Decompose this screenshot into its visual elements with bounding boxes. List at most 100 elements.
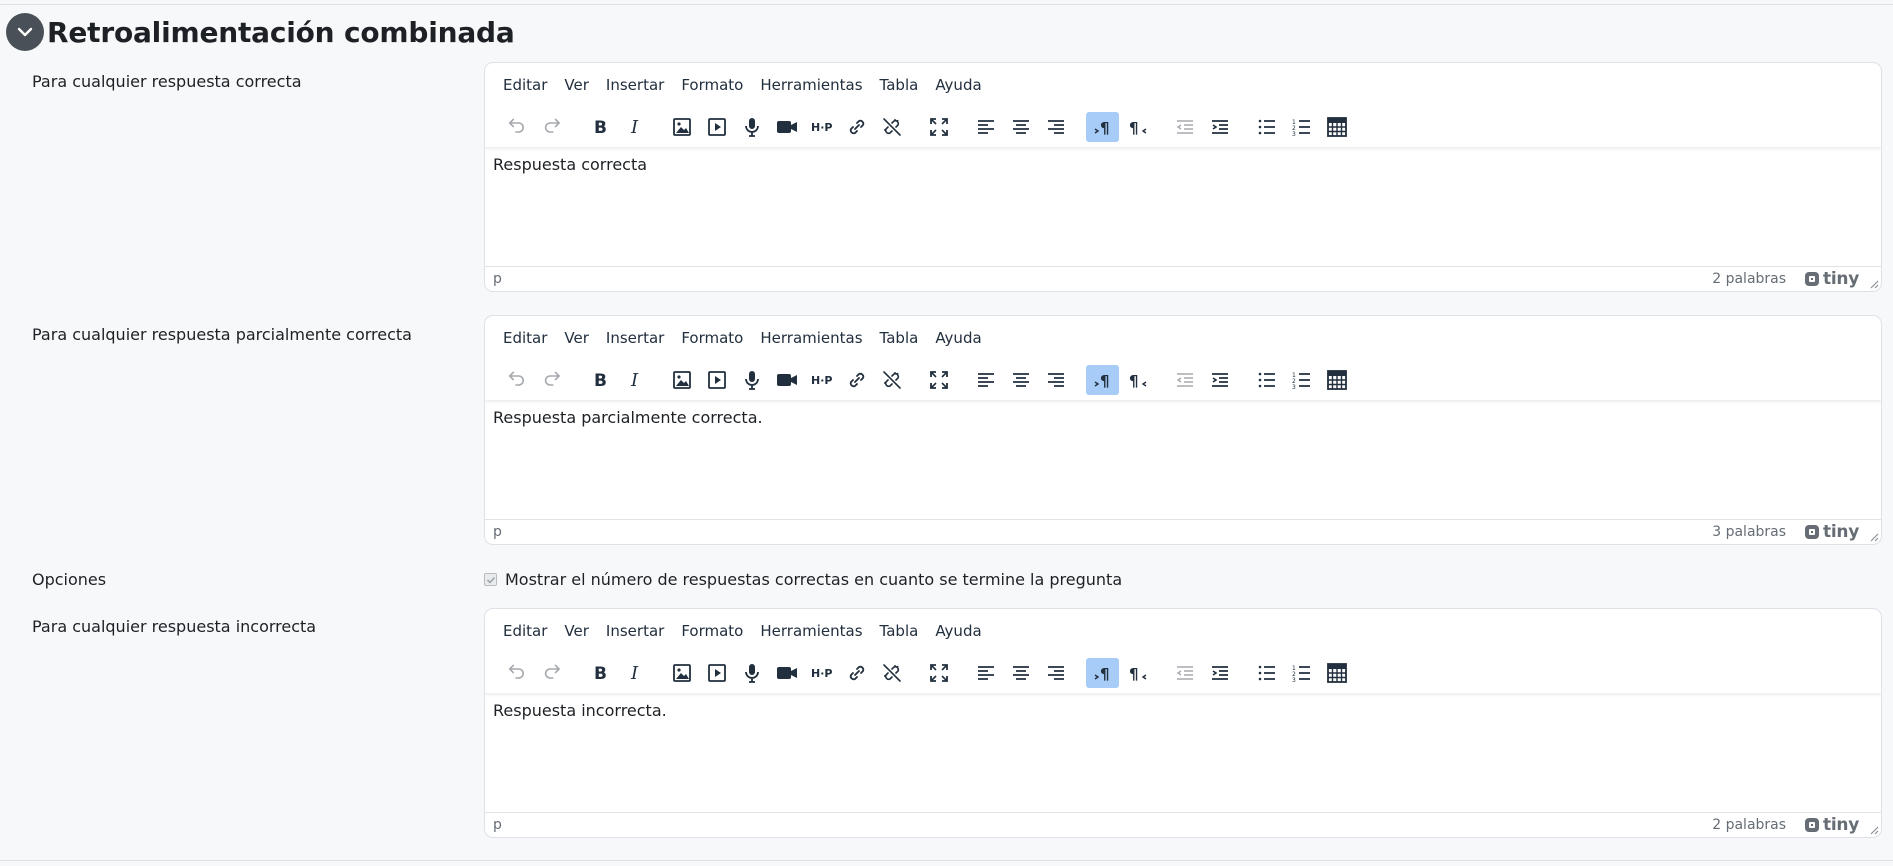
ltr-button[interactable]: ¶ — [1086, 365, 1119, 395]
align-right-button[interactable] — [1039, 112, 1072, 142]
menu-herramientas[interactable]: Herramientas — [760, 325, 862, 351]
redo-button[interactable] — [536, 112, 569, 142]
media-button[interactable] — [700, 658, 733, 688]
media-button[interactable] — [700, 112, 733, 142]
element-path[interactable]: p — [493, 817, 1712, 833]
undo-button[interactable] — [501, 658, 534, 688]
word-count[interactable]: 2 palabras — [1712, 817, 1786, 833]
rtl-button[interactable]: ¶ — [1121, 658, 1154, 688]
menu-insertar[interactable]: Insertar — [606, 618, 664, 644]
h5p-button[interactable]: H·P — [805, 658, 838, 688]
undo-button[interactable] — [501, 112, 534, 142]
ltr-button[interactable]: ¶ — [1086, 112, 1119, 142]
italic-button[interactable]: I — [618, 658, 651, 688]
unlink-button[interactable] — [875, 365, 908, 395]
indent-button[interactable] — [1203, 365, 1236, 395]
element-path[interactable]: p — [493, 271, 1712, 287]
fullscreen-button[interactable] — [922, 112, 955, 142]
calculator-button[interactable] — [1320, 365, 1353, 395]
menu-formato[interactable]: Formato — [681, 618, 743, 644]
calculator-button[interactable] — [1320, 112, 1353, 142]
redo-button[interactable] — [536, 658, 569, 688]
outdent-button[interactable] — [1168, 365, 1201, 395]
align-center-button[interactable] — [1004, 658, 1037, 688]
outdent-button[interactable] — [1168, 112, 1201, 142]
align-left-button[interactable] — [969, 112, 1002, 142]
record-audio-button[interactable] — [735, 112, 768, 142]
menu-editar[interactable]: Editar — [503, 618, 547, 644]
word-count[interactable]: 2 palabras — [1712, 271, 1786, 287]
align-center-button[interactable] — [1004, 365, 1037, 395]
align-left-button[interactable] — [969, 365, 1002, 395]
menu-insertar[interactable]: Insertar — [606, 72, 664, 98]
undo-button[interactable] — [501, 365, 534, 395]
image-button[interactable] — [665, 365, 698, 395]
image-button[interactable] — [665, 112, 698, 142]
resize-handle-icon[interactable] — [1869, 825, 1879, 835]
editor-content[interactable]: Respuesta incorrecta. — [485, 693, 1881, 813]
rtl-button[interactable]: ¶ — [1121, 112, 1154, 142]
bullet-list-button[interactable] — [1250, 658, 1283, 688]
menu-ver[interactable]: Ver — [564, 72, 589, 98]
h5p-button[interactable]: H·P — [805, 365, 838, 395]
image-button[interactable] — [665, 658, 698, 688]
tiny-brand-link[interactable]: tiny — [1804, 815, 1859, 835]
italic-button[interactable]: I — [618, 365, 651, 395]
record-video-button[interactable] — [770, 112, 803, 142]
menu-formato[interactable]: Formato — [681, 325, 743, 351]
link-button[interactable] — [840, 658, 873, 688]
bullet-list-button[interactable] — [1250, 112, 1283, 142]
unlink-button[interactable] — [875, 658, 908, 688]
align-left-button[interactable] — [969, 658, 1002, 688]
record-audio-button[interactable] — [735, 658, 768, 688]
menu-tabla[interactable]: Tabla — [880, 618, 919, 644]
numbered-list-button[interactable]: 123 — [1285, 112, 1318, 142]
menu-ayuda[interactable]: Ayuda — [935, 325, 981, 351]
menu-tabla[interactable]: Tabla — [880, 325, 919, 351]
h5p-button[interactable]: H·P — [805, 112, 838, 142]
link-button[interactable] — [840, 112, 873, 142]
resize-handle-icon[interactable] — [1869, 279, 1879, 289]
tiny-brand-link[interactable]: tiny — [1804, 269, 1859, 289]
italic-button[interactable]: I — [618, 112, 651, 142]
outdent-button[interactable] — [1168, 658, 1201, 688]
menu-tabla[interactable]: Tabla — [880, 72, 919, 98]
bold-button[interactable]: B — [583, 365, 616, 395]
menu-ayuda[interactable]: Ayuda — [935, 618, 981, 644]
indent-button[interactable] — [1203, 658, 1236, 688]
menu-formato[interactable]: Formato — [681, 72, 743, 98]
rtl-button[interactable]: ¶ — [1121, 365, 1154, 395]
menu-ayuda[interactable]: Ayuda — [935, 72, 981, 98]
unlink-button[interactable] — [875, 112, 908, 142]
redo-button[interactable] — [536, 365, 569, 395]
menu-editar[interactable]: Editar — [503, 72, 547, 98]
menu-herramientas[interactable]: Herramientas — [760, 72, 862, 98]
editor-content[interactable]: Respuesta correcta — [485, 147, 1881, 267]
show-num-correct-checkbox[interactable] — [484, 573, 497, 586]
bold-button[interactable]: B — [583, 112, 616, 142]
indent-button[interactable] — [1203, 112, 1236, 142]
menu-editar[interactable]: Editar — [503, 325, 547, 351]
editor-content[interactable]: Respuesta parcialmente correcta. — [485, 400, 1881, 520]
fullscreen-button[interactable] — [922, 365, 955, 395]
align-right-button[interactable] — [1039, 658, 1072, 688]
menu-herramientas[interactable]: Herramientas — [760, 618, 862, 644]
numbered-list-button[interactable]: 123 — [1285, 658, 1318, 688]
record-video-button[interactable] — [770, 365, 803, 395]
bullet-list-button[interactable] — [1250, 365, 1283, 395]
word-count[interactable]: 3 palabras — [1712, 524, 1786, 540]
record-video-button[interactable] — [770, 658, 803, 688]
fullscreen-button[interactable] — [922, 658, 955, 688]
menu-ver[interactable]: Ver — [564, 325, 589, 351]
calculator-button[interactable] — [1320, 658, 1353, 688]
media-button[interactable] — [700, 365, 733, 395]
resize-handle-icon[interactable] — [1869, 532, 1879, 542]
bold-button[interactable]: B — [583, 658, 616, 688]
ltr-button[interactable]: ¶ — [1086, 658, 1119, 688]
record-audio-button[interactable] — [735, 365, 768, 395]
element-path[interactable]: p — [493, 524, 1712, 540]
align-right-button[interactable] — [1039, 365, 1072, 395]
menu-insertar[interactable]: Insertar — [606, 325, 664, 351]
numbered-list-button[interactable]: 123 — [1285, 365, 1318, 395]
align-center-button[interactable] — [1004, 112, 1037, 142]
